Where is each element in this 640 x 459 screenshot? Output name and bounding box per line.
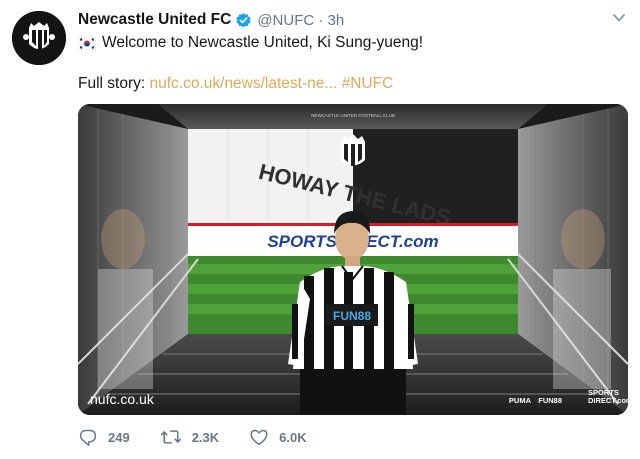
display-name[interactable]: Newcastle United FC	[78, 11, 231, 29]
retweet-count: 2.3K	[191, 429, 220, 445]
like-icon	[250, 429, 268, 446]
verified-badge-icon	[235, 12, 252, 29]
sponsor-sportsdirect: SPORTS DIRECT.com	[588, 388, 628, 405]
club-crest-icon	[12, 11, 66, 65]
handle[interactable]: @NUFC	[257, 12, 314, 29]
chevron-down-icon[interactable]	[612, 12, 626, 24]
tweet-actions: 249 2.3K 6.0K	[78, 428, 337, 446]
timestamp[interactable]: 3h	[328, 12, 345, 29]
sponsor-fun88: FUN88	[538, 396, 562, 405]
retweet-icon	[160, 430, 182, 444]
reply-count: 249	[108, 429, 130, 445]
shirt-sponsor-text: FUN88	[333, 309, 371, 323]
tweet-photo[interactable]: NEWCASTLE UNITED FOOTBALL CLUB HOWAY THE…	[78, 104, 628, 415]
tweet-header: Newcastle United FC @NUFC · 3h	[78, 10, 344, 30]
south-korea-flag-icon	[77, 36, 97, 50]
like-button[interactable]: 6.0K	[249, 428, 307, 446]
avatar[interactable]	[12, 11, 66, 65]
club-header-text: NEWCASTLE UNITED FOOTBALL CLUB	[311, 113, 395, 118]
tweet-text-line1: Welcome to Newcastle United, Ki Sung-yue…	[77, 34, 424, 52]
retweet-button[interactable]: 2.3K	[160, 428, 219, 446]
reply-icon	[79, 429, 97, 446]
article-link[interactable]: nufc.co.uk/news/latest-ne...	[149, 75, 337, 92]
media-url-text: nufc.co.uk	[90, 391, 154, 407]
hashtag-link[interactable]: #NUFC	[337, 75, 394, 92]
like-count: 6.0K	[279, 429, 307, 445]
tweet-text-line2: Full story: nufc.co.uk/news/latest-ne...…	[78, 75, 393, 93]
media-crest-icon	[341, 134, 365, 166]
sponsor-puma: PUMA	[508, 396, 531, 405]
separator: ·	[314, 11, 328, 29]
photo-canvas: NEWCASTLE UNITED FOOTBALL CLUB HOWAY THE…	[78, 104, 628, 415]
reply-button[interactable]: 249	[78, 428, 130, 446]
full-story-label: Full story:	[78, 75, 150, 92]
tweet-welcome-text: Welcome to Newcastle United, Ki Sung-yue…	[102, 34, 424, 51]
